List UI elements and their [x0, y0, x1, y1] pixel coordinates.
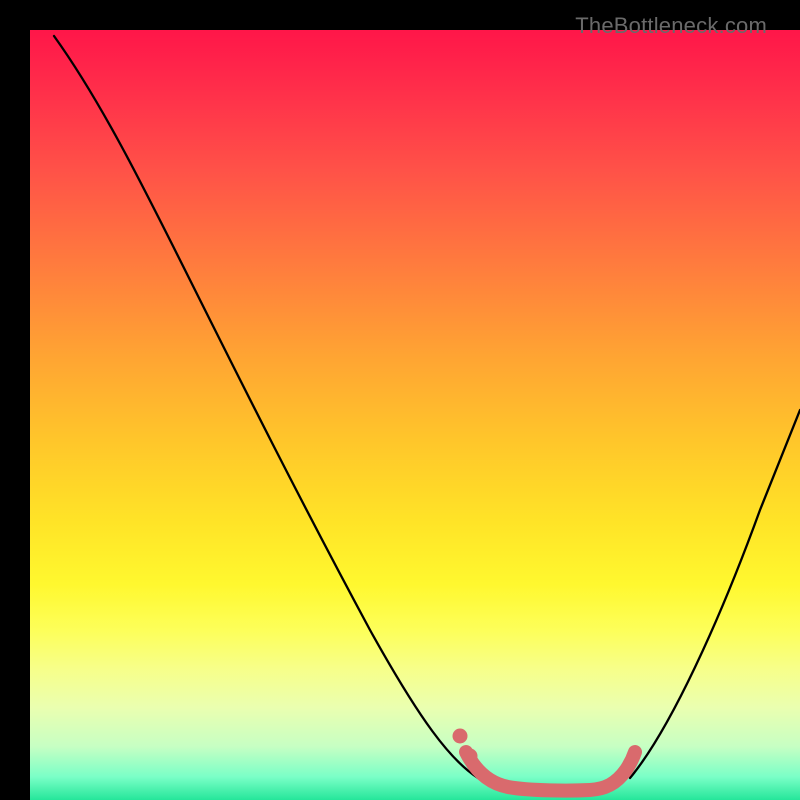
gradient-background — [30, 30, 800, 800]
watermark-text: TheBottleneck.com — [575, 13, 767, 39]
chart-frame: TheBottleneck.com — [15, 15, 785, 785]
